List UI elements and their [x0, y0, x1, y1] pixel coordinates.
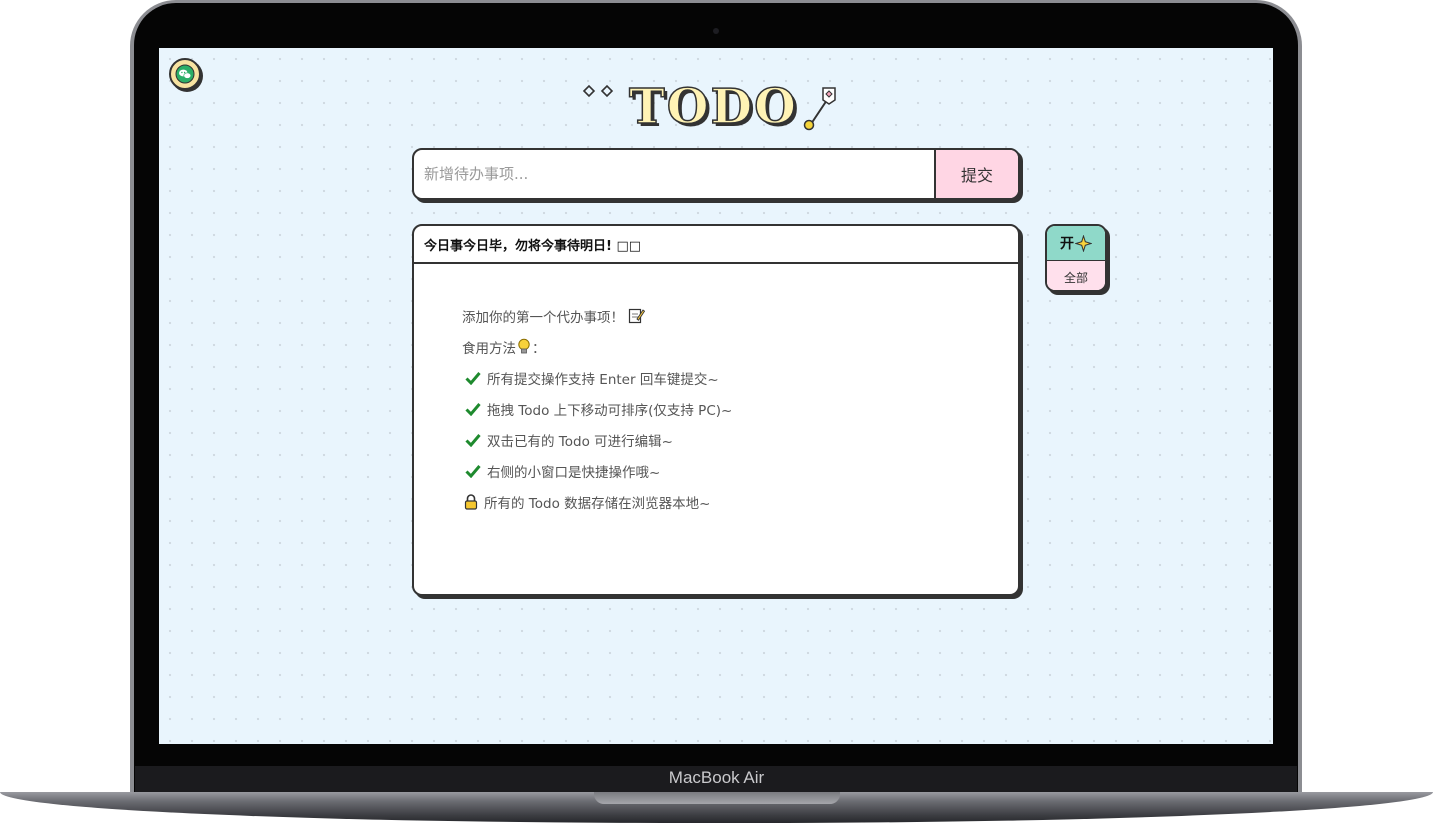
- toggle-button[interactable]: 开: [1047, 226, 1105, 261]
- list-item-suffix: ：: [532, 340, 546, 357]
- list-item: 所有提交操作支持 Enter 回车键提交~: [465, 362, 1018, 393]
- brand-label: MacBook Air: [668, 768, 765, 787]
- list-item: 所有的 Todo 数据存储在浏览器本地~: [464, 486, 1018, 517]
- todo-list: 添加你的第一个代办事项！ 食用方法 ： 所有提交操作支持 Enter 回车键提交…: [414, 264, 1018, 517]
- logo-text: TODO: [629, 79, 798, 134]
- check-icon: [465, 464, 481, 478]
- check-icon: [465, 433, 481, 447]
- list-item-text: 食用方法: [462, 340, 516, 357]
- list-item: 右侧的小窗口是快捷操作哦~: [465, 455, 1018, 486]
- list-item-text: 添加你的第一个代办事项！: [462, 309, 624, 326]
- wechat-icon: [175, 64, 195, 84]
- todo-input[interactable]: [414, 150, 934, 198]
- check-icon: [465, 371, 481, 385]
- list-item-text: 右侧的小窗口是快捷操作哦~: [487, 464, 661, 481]
- pin-icon: [803, 87, 836, 131]
- memo-icon: [628, 307, 645, 324]
- camera-dot: [713, 28, 719, 34]
- list-item: 添加你的第一个代办事项！: [462, 300, 1018, 331]
- list-item: 食用方法 ：: [462, 331, 1018, 362]
- side-panel: 开 全部: [1045, 224, 1107, 292]
- toggle-label: 开: [1060, 236, 1074, 252]
- sparkle-icon: [1075, 234, 1092, 252]
- bulb-icon: [517, 338, 531, 355]
- app-screen: TODO TODO 提交 今日事今日毕，勿将今事待明日! □□ 添加你的第一个代…: [159, 48, 1273, 744]
- filter-all-button[interactable]: 全部: [1047, 261, 1105, 290]
- submit-button[interactable]: 提交: [934, 150, 1018, 198]
- lock-icon: [464, 493, 478, 510]
- list-item-text: 所有提交操作支持 Enter 回车键提交~: [487, 371, 719, 388]
- todo-card: 今日事今日毕，勿将今事待明日! □□ 添加你的第一个代办事项！ 食用方法 ： 所…: [412, 224, 1020, 596]
- add-todo-form: 提交: [412, 148, 1020, 200]
- list-item-text: 所有的 Todo 数据存储在浏览器本地~: [484, 495, 711, 512]
- card-title: 今日事今日毕，勿将今事待明日! □□: [414, 226, 1018, 264]
- check-icon: [465, 402, 481, 416]
- list-item-text: 双击已有的 Todo 可进行编辑~: [487, 433, 673, 450]
- diamond-icon: [582, 84, 614, 98]
- todo-logo: TODO TODO: [582, 78, 836, 134]
- laptop-notch: [594, 792, 840, 804]
- wechat-button[interactable]: [169, 58, 201, 90]
- list-item-text: 拖拽 Todo 上下移动可排序(仅支持 PC)~: [487, 402, 733, 419]
- list-item: 双击已有的 Todo 可进行编辑~: [465, 424, 1018, 455]
- list-item: 拖拽 Todo 上下移动可排序(仅支持 PC)~: [465, 393, 1018, 424]
